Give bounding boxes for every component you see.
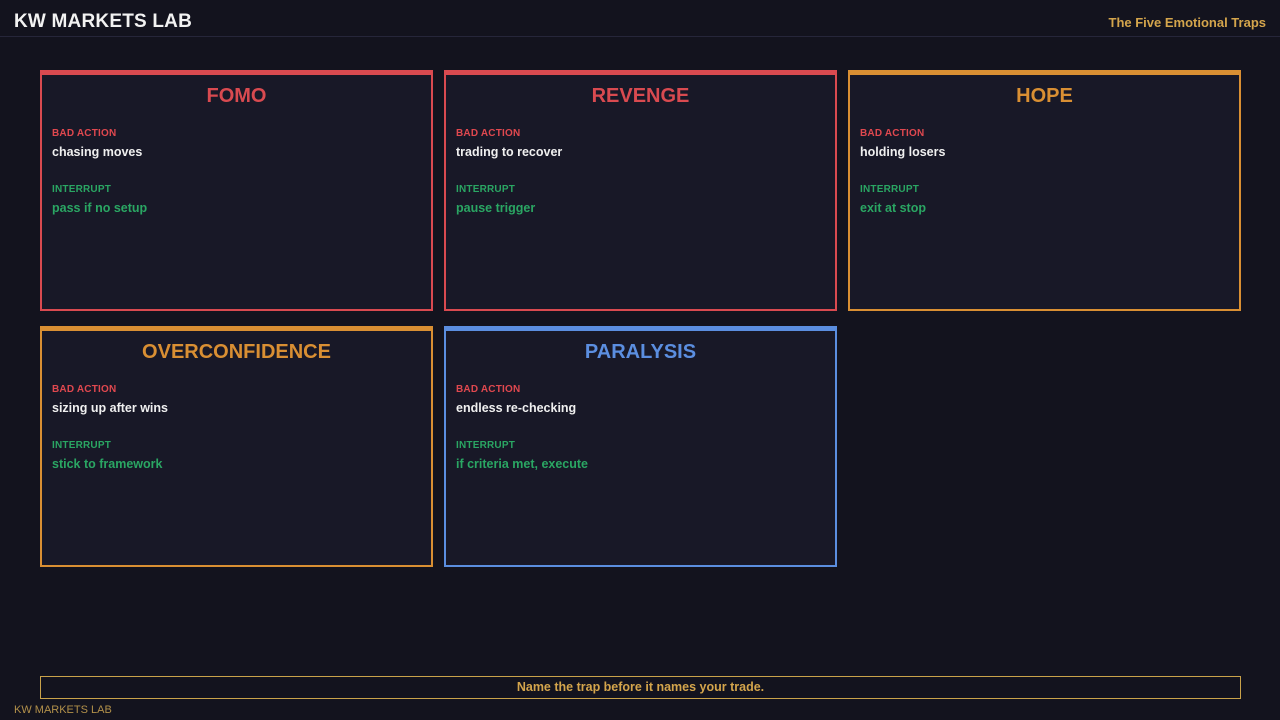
trap-title: REVENGE <box>591 85 690 107</box>
interrupt-text: pause trigger <box>456 201 536 215</box>
page: KW MARKETS LAB The Five Emotional Traps … <box>0 0 1280 720</box>
interrupt-label: INTERRUPT <box>860 184 920 195</box>
trap-title: PARALYSIS <box>584 341 697 363</box>
header-bar: KW MARKETS LAB The Five Emotional Traps <box>0 0 1280 37</box>
trap-card-paralysis: PARALYSIS BAD ACTION endless re-checking… <box>444 326 837 567</box>
trap-card-hope: HOPE BAD ACTION holding losers INTERRUPT… <box>848 70 1241 311</box>
trap-title: OVERCONFIDENCE <box>142 341 331 363</box>
interrupt-text: pass if no setup <box>52 201 148 215</box>
bad-action-label: BAD ACTION <box>52 384 117 395</box>
bad-action-text: trading to recover <box>456 145 563 159</box>
bad-action-label: BAD ACTION <box>860 128 925 139</box>
brand-title: KW MARKETS LAB <box>14 11 193 32</box>
trap-card-revenge: REVENGE BAD ACTION trading to recover IN… <box>444 70 837 311</box>
bad-action-label: BAD ACTION <box>52 128 117 139</box>
bad-action-label: BAD ACTION <box>456 128 521 139</box>
bad-action-text: chasing moves <box>52 145 143 159</box>
footer-brand: KW MARKETS LAB <box>14 704 112 716</box>
bad-action-label: BAD ACTION <box>456 384 521 395</box>
interrupt-label: INTERRUPT <box>52 184 112 195</box>
bad-action-text: endless re-checking <box>456 401 577 415</box>
interrupt-label: INTERRUPT <box>52 440 112 451</box>
interrupt-text: stick to framework <box>52 457 163 471</box>
trap-title: HOPE <box>1016 85 1073 107</box>
interrupt-label: INTERRUPT <box>456 184 516 195</box>
interrupt-label: INTERRUPT <box>456 440 516 451</box>
page-subtitle: The Five Emotional Traps <box>1108 15 1266 30</box>
trap-title: FOMO <box>206 85 267 107</box>
bad-action-text: sizing up after wins <box>52 401 168 415</box>
interrupt-text: exit at stop <box>860 201 926 215</box>
trap-card-fomo: FOMO BAD ACTION chasing moves INTERRUPT … <box>40 70 433 311</box>
trap-card-overconfidence: OVERCONFIDENCE BAD ACTION sizing up afte… <box>40 326 433 567</box>
interrupt-text: if criteria met, execute <box>456 457 589 471</box>
tagline-banner: Name the trap before it names your trade… <box>40 676 1241 699</box>
bad-action-text: holding losers <box>860 145 946 159</box>
